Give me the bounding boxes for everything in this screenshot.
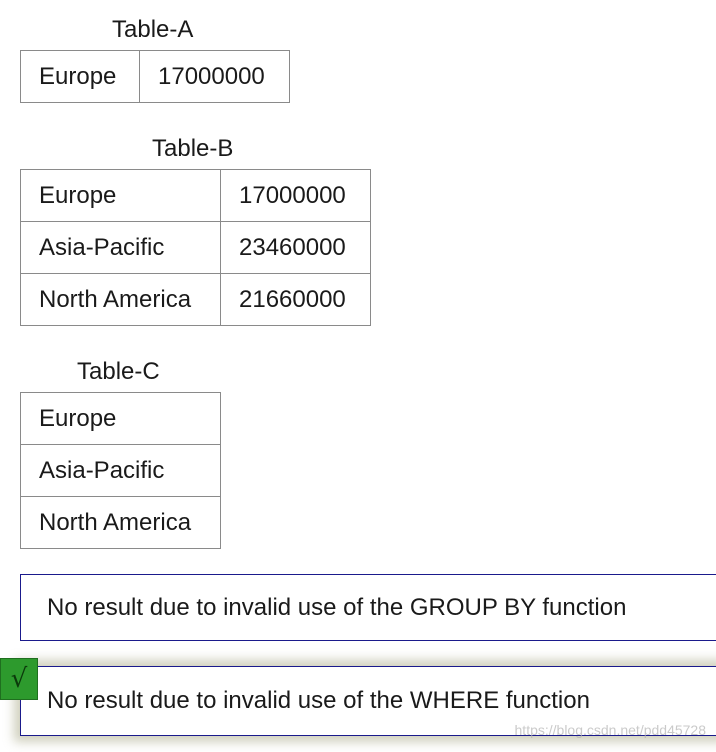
table-row: Asia-Pacific 23460000: [20, 221, 371, 274]
answer-label: No result due to invalid use of the WHER…: [47, 687, 590, 714]
answer-option-group-by[interactable]: No result due to invalid use of the GROU…: [20, 574, 716, 641]
table-row: Europe 17000000: [20, 169, 371, 222]
table-cell: 17000000: [139, 50, 290, 103]
table-b[interactable]: Europe 17000000 Asia-Pacific 23460000 No…: [20, 169, 371, 326]
table-cell: Asia-Pacific: [20, 221, 221, 274]
table-row: Europe 17000000: [20, 50, 290, 103]
table-cell: Europe: [20, 392, 221, 445]
table-row: Europe: [20, 392, 221, 445]
table-row: North America: [20, 496, 221, 549]
table-a[interactable]: Europe 17000000: [20, 50, 290, 103]
table-cell: North America: [20, 496, 221, 549]
table-cell: Europe: [20, 169, 221, 222]
table-cell: 23460000: [220, 221, 371, 274]
answer-label: No result due to invalid use of the GROU…: [47, 593, 627, 621]
table-a-caption: Table-A: [112, 16, 194, 43]
watermark: https://blog.csdn.net/pdd45728: [514, 722, 706, 738]
table-cell: 17000000: [220, 169, 371, 222]
table-cell: 21660000: [220, 273, 371, 326]
table-row: Asia-Pacific: [20, 444, 221, 497]
checkmark-icon: √: [0, 658, 38, 700]
table-b-caption: Table-B: [152, 135, 234, 162]
table-c-caption: Table-C: [77, 358, 160, 385]
table-row: North America 21660000: [20, 273, 371, 326]
table-cell: Europe: [20, 50, 140, 103]
table-cell: Asia-Pacific: [20, 444, 221, 497]
table-cell: North America: [20, 273, 221, 326]
table-c[interactable]: Europe Asia-Pacific North America: [20, 392, 221, 549]
